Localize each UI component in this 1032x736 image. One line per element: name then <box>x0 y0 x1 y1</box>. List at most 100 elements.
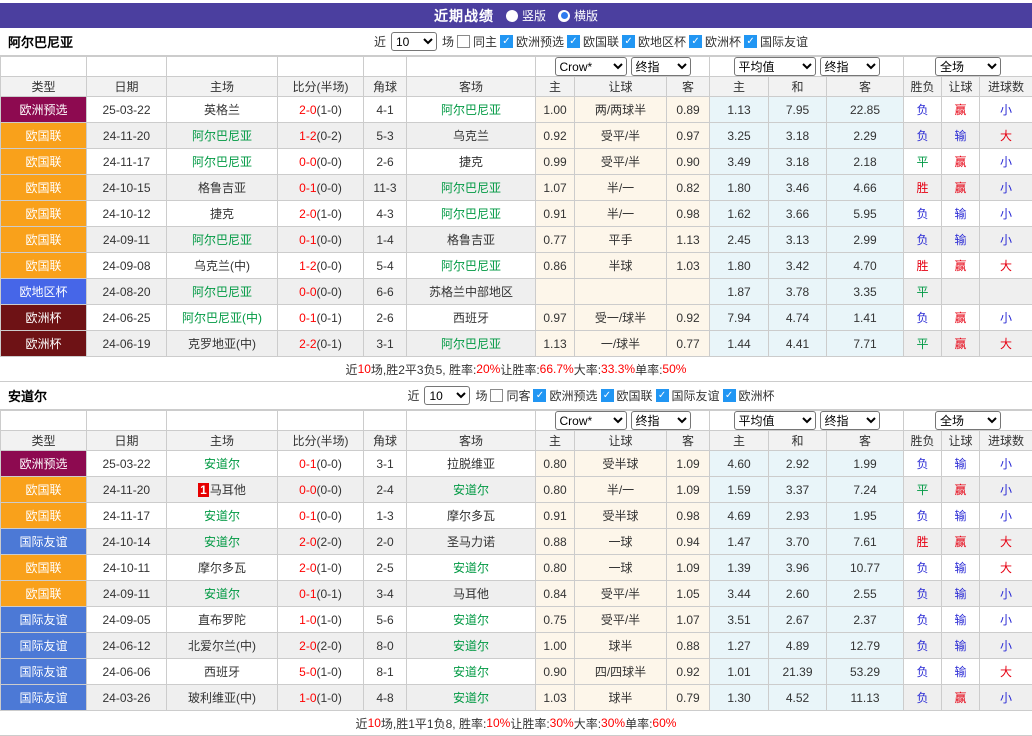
corners-cell: 1-3 <box>364 503 407 529</box>
away-team-name: 格鲁吉亚 <box>447 233 495 247</box>
league-checkbox[interactable]: ✓ <box>656 389 669 402</box>
league-checkbox[interactable]: ✓ <box>744 35 757 48</box>
summary-text-part: 近 <box>346 361 358 378</box>
type-badge-cell: 欧洲杯 <box>1 305 87 331</box>
date-cell: 24-06-25 <box>87 305 167 331</box>
date-cell: 24-03-26 <box>87 685 167 711</box>
result-cell: 平 <box>904 477 942 503</box>
final-odds-select-2[interactable]: 终指 <box>820 57 880 76</box>
result-cell: 负 <box>904 607 942 633</box>
goals-cell: 小 <box>980 227 1032 253</box>
handicap-cell <box>575 279 667 305</box>
goals-cell: 小 <box>980 175 1032 201</box>
scope-select[interactable]: 全场 <box>935 411 1001 430</box>
avg-draw-cell: 2.60 <box>769 581 827 607</box>
home-team-cell: 阿尔巴尼亚(中) <box>167 305 278 331</box>
final-odds-select-2[interactable]: 终指 <box>820 411 880 430</box>
league-label: 欧洲预选 <box>516 33 564 50</box>
avg-draw-cell: 3.70 <box>769 529 827 555</box>
league-checkbox[interactable]: ✓ <box>500 35 513 48</box>
table-row: 欧洲杯24-06-25阿尔巴尼亚(中)0-1(0-1)2-6西班牙0.97受一/… <box>1 305 1032 331</box>
handicap-result-cell: 输 <box>942 503 980 529</box>
table-row: 欧国联24-09-08乌克兰(中)1-2(0-0)5-4阿尔巴尼亚0.86半球1… <box>1 253 1032 279</box>
crow-home-odds-cell: 0.86 <box>536 253 575 279</box>
column-header: 客 <box>827 431 904 451</box>
goals-cell: 小 <box>980 201 1032 227</box>
league-checkbox[interactable]: ✓ <box>723 389 736 402</box>
column-header: 客场 <box>407 77 536 97</box>
avg-draw-cell: 3.96 <box>769 555 827 581</box>
away-team-cell: 阿尔巴尼亚 <box>407 253 536 279</box>
table-row: 欧洲杯24-06-19克罗地亚(中)2-2(0-1)3-1阿尔巴尼亚1.13一/… <box>1 331 1032 357</box>
home-team-name: 摩尔多瓦 <box>198 561 246 575</box>
summary-text-part: 30% <box>550 716 574 730</box>
radio-unchecked-icon[interactable] <box>506 10 518 22</box>
away-team-name: 阿尔巴尼亚 <box>441 259 501 273</box>
column-header: 胜负 <box>904 77 942 97</box>
crow-away-odds-cell: 0.94 <box>667 529 710 555</box>
match-count-select[interactable]: 10 <box>391 32 437 51</box>
avg-away-cell: 7.24 <box>827 477 904 503</box>
same-venue-label: 同主 <box>473 33 497 50</box>
home-team-name: 乌克兰(中) <box>194 259 250 273</box>
table-row: 欧国联24-10-11摩尔多瓦2-0(1-0)2-5安道尔0.80一球1.091… <box>1 555 1032 581</box>
radio-checked-icon[interactable] <box>558 10 570 22</box>
goals-cell: 大 <box>980 555 1032 581</box>
score-cell: 0-1(0-1) <box>278 581 364 607</box>
crow-home-odds-cell: 0.99 <box>536 149 575 175</box>
odds-source-select[interactable]: Crow* <box>555 57 627 76</box>
same-venue-checkbox[interactable] <box>490 389 503 402</box>
column-header: 客 <box>827 77 904 97</box>
average-select[interactable]: 平均值 <box>734 411 816 430</box>
score-cell: 0-1(0-1) <box>278 305 364 331</box>
match-count-select[interactable]: 10 <box>424 386 470 405</box>
corners-cell: 8-0 <box>364 633 407 659</box>
home-team-cell: 阿尔巴尼亚 <box>167 279 278 305</box>
crow-away-odds-cell: 0.98 <box>667 201 710 227</box>
away-team-name: 西班牙 <box>453 311 489 325</box>
crow-away-odds-cell: 0.97 <box>667 123 710 149</box>
half-time-score: (0-0) <box>317 259 342 273</box>
odds-source-select[interactable]: Crow* <box>555 411 627 430</box>
half-time-score: (1-0) <box>317 103 342 117</box>
handicap-result-cell <box>942 279 980 305</box>
layout-option-horizontal[interactable]: 横版 <box>558 7 598 24</box>
league-checkbox[interactable]: ✓ <box>622 35 635 48</box>
type-badge-cell: 欧洲杯 <box>1 331 87 357</box>
score-cell: 1-2(0-2) <box>278 123 364 149</box>
avg-away-cell: 2.37 <box>827 607 904 633</box>
date-cell: 24-08-20 <box>87 279 167 305</box>
avg-home-cell: 2.45 <box>710 227 769 253</box>
final-odds-select-1[interactable]: 终指 <box>631 57 691 76</box>
date-cell: 24-11-20 <box>87 477 167 503</box>
handicap-cell: 受半球 <box>575 451 667 477</box>
away-team-name: 安道尔 <box>453 561 489 575</box>
final-odds-select-1[interactable]: 终指 <box>631 411 691 430</box>
corners-cell: 4-3 <box>364 201 407 227</box>
crow-home-odds-cell: 0.77 <box>536 227 575 253</box>
corners-cell: 6-6 <box>364 279 407 305</box>
score-cell: 1-2(0-0) <box>278 253 364 279</box>
type-badge-cell: 欧国联 <box>1 149 87 175</box>
same-venue-checkbox[interactable] <box>457 35 470 48</box>
crow-away-odds-cell: 0.92 <box>667 659 710 685</box>
column-header: 主 <box>536 431 575 451</box>
column-header: 日期 <box>87 77 167 97</box>
league-checkbox[interactable]: ✓ <box>567 35 580 48</box>
league-checkbox[interactable]: ✓ <box>689 35 702 48</box>
league-checkbox[interactable]: ✓ <box>601 389 614 402</box>
away-team-cell: 圣马力诺 <box>407 529 536 555</box>
table-row: 国际友谊24-10-14安道尔2-0(2-0)2-0圣马力诺0.88一球0.94… <box>1 529 1032 555</box>
column-header: 主 <box>710 77 769 97</box>
layout-option-vertical[interactable]: 竖版 <box>506 7 546 24</box>
average-select[interactable]: 平均值 <box>734 57 816 76</box>
type-badge-cell: 国际友谊 <box>1 659 87 685</box>
score-cell: 2-0(2-0) <box>278 633 364 659</box>
column-header: 主 <box>710 431 769 451</box>
type-badge-cell: 国际友谊 <box>1 529 87 555</box>
league-checkbox[interactable]: ✓ <box>533 389 546 402</box>
avg-away-cell: 4.66 <box>827 175 904 201</box>
goals-cell: 小 <box>980 685 1032 711</box>
column-header: 胜负 <box>904 431 942 451</box>
scope-select[interactable]: 全场 <box>935 57 1001 76</box>
